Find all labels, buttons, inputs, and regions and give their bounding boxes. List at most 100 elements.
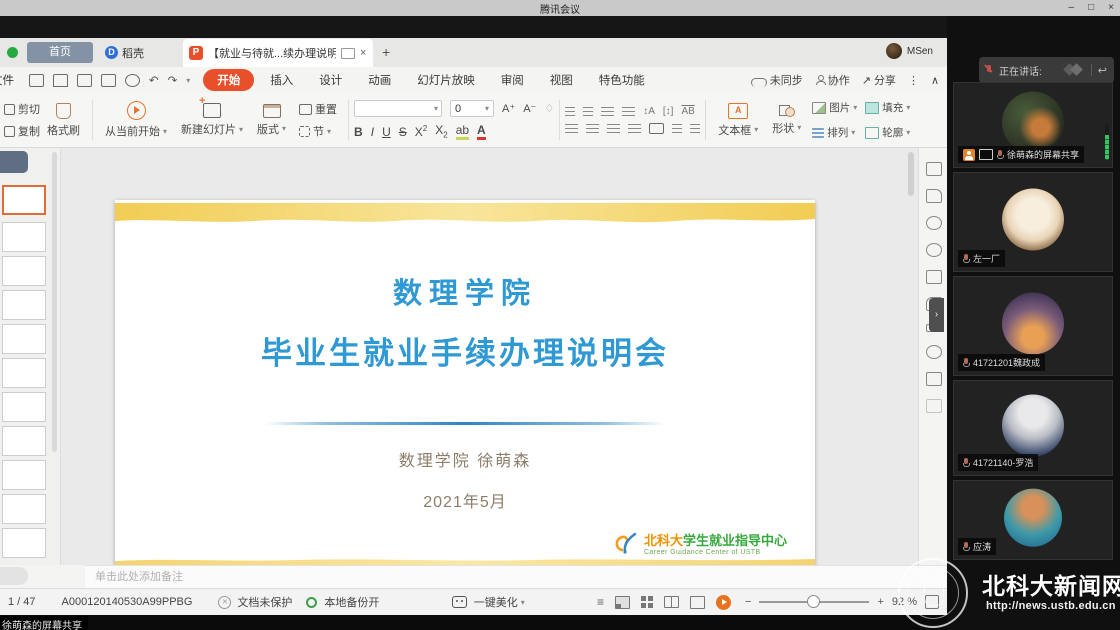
slide-thumbnail[interactable]	[2, 392, 46, 422]
columns-icon[interactable]	[649, 123, 664, 134]
more-icon[interactable]: ⋮	[908, 74, 919, 87]
collapse-ribbon-icon[interactable]: ∧	[931, 74, 939, 87]
copy-button[interactable]: 复制	[4, 123, 40, 139]
numbered-list-icon[interactable]	[583, 107, 593, 116]
strikethrough-button[interactable]: S	[399, 125, 407, 139]
section-button[interactable]: 节▾	[299, 123, 337, 139]
new-slide-button[interactable]: 新建幻灯片▾	[174, 96, 250, 144]
print-icon[interactable]	[101, 74, 116, 87]
font-size-select[interactable]: 0▾	[450, 100, 494, 117]
collaborate-button[interactable]: 协作	[815, 72, 850, 88]
badge-pane-icon[interactable]	[926, 216, 942, 230]
tab-animation[interactable]: 动画	[358, 69, 401, 91]
outline-button[interactable]: 轮廓▾	[865, 121, 910, 144]
italic-button[interactable]: I	[371, 125, 374, 139]
save-icon[interactable]	[53, 74, 68, 87]
slide-thumbnail[interactable]	[2, 460, 46, 490]
decrease-indent-icon[interactable]	[601, 107, 614, 116]
panel-expander[interactable]: ›	[929, 298, 944, 332]
clear-format-icon[interactable]: ♢	[544, 102, 554, 115]
list-level-icon[interactable]	[690, 124, 700, 133]
card-pane-icon[interactable]	[926, 270, 942, 284]
reading-view-icon[interactable]	[664, 596, 679, 608]
slide-thumbnail[interactable]	[2, 426, 46, 456]
protect-status[interactable]: ✕文档未保护	[218, 594, 292, 610]
zoom-in-button[interactable]: +	[877, 596, 883, 608]
image-pane-icon[interactable]	[926, 372, 942, 386]
layout-button[interactable]: 版式▾	[250, 96, 293, 144]
thumbnail-scrollbar[interactable]	[52, 152, 57, 452]
preview-icon[interactable]	[125, 74, 140, 87]
shape-pane-icon[interactable]	[926, 189, 942, 203]
open-icon[interactable]	[29, 74, 44, 87]
reset-button[interactable]: 重置	[299, 101, 337, 117]
tab-design[interactable]: 设计	[309, 69, 352, 91]
justify-icon[interactable]	[628, 124, 641, 133]
beautify-button[interactable]: 一键美化▾	[452, 594, 525, 610]
collapse-panel-icon[interactable]: ↩	[1098, 64, 1107, 77]
box-pane-icon[interactable]	[926, 399, 942, 413]
tab-insert[interactable]: 插入	[260, 69, 303, 91]
zoom-slider-thumb[interactable]	[807, 595, 820, 608]
slide-thumbnail[interactable]	[2, 222, 46, 252]
row-spacing-icon[interactable]	[672, 124, 682, 133]
minimize-icon[interactable]: –	[1069, 0, 1075, 15]
bold-button[interactable]: B	[354, 125, 363, 139]
video-tile[interactable]: 41721201魏政成	[953, 276, 1113, 376]
align-left-icon[interactable]	[565, 124, 578, 133]
shapes-button[interactable]: 形状▾	[765, 96, 808, 144]
mic-muted-icon[interactable]	[986, 65, 993, 76]
video-tile[interactable]: 左一厂	[953, 172, 1113, 272]
line-spacing-icon[interactable]: ↕A	[643, 106, 655, 117]
slide-thumbnail[interactable]	[2, 494, 46, 524]
slide-thumbnail[interactable]	[2, 324, 46, 354]
tab-review[interactable]: 审阅	[491, 69, 534, 91]
slide-thumbnail[interactable]	[2, 185, 46, 215]
notes-view-icon[interactable]: ≡	[597, 595, 604, 609]
fill-button[interactable]: 填充▾	[865, 96, 910, 119]
format-painter-button[interactable]: 格式刷	[40, 103, 87, 138]
slide-thumbnail[interactable]	[2, 528, 46, 558]
slide-canvas[interactable]: 数理学院 毕业生就业手续办理说明会 数理学院 徐萌森 2021年5月 北科大学生…	[115, 200, 815, 595]
document-tab[interactable]: P 【就业与待就...续办理说明会 ×	[183, 39, 373, 67]
present-view-icon[interactable]	[690, 596, 705, 609]
text-direction-icon[interactable]: [↕]	[663, 106, 674, 117]
superscript-button[interactable]: X2	[415, 124, 427, 139]
backup-status[interactable]: 本地备份开	[306, 594, 379, 610]
textbox-button[interactable]: A 文本框▾	[711, 96, 765, 144]
zoom-out-button[interactable]: −	[745, 596, 751, 608]
notes-bar[interactable]: 单击此处添加备注	[85, 565, 947, 588]
tab-slideshow[interactable]: 幻灯片放映	[407, 69, 485, 91]
tab-close-icon[interactable]: ×	[360, 47, 366, 59]
selection-pane-icon[interactable]	[926, 162, 942, 176]
font-color-button[interactable]: A	[477, 123, 486, 140]
slide-scrollbar[interactable]	[908, 152, 914, 196]
highlight-button[interactable]: ab	[456, 123, 469, 140]
sync-status[interactable]: 未同步	[751, 72, 803, 88]
undo-icon[interactable]: ↶	[149, 73, 159, 87]
video-tile[interactable]: 徐萌森的屏幕共享	[953, 82, 1113, 168]
decrease-font-button[interactable]: A⁻	[523, 102, 536, 115]
play-from-current-button[interactable]: 从当前开始▾	[98, 96, 174, 144]
account-chip[interactable]: MSen	[886, 43, 933, 59]
video-tile[interactable]: 41721140-罗浩	[953, 380, 1113, 476]
tab-special-features[interactable]: 特色功能	[589, 69, 655, 91]
increase-indent-icon[interactable]	[622, 107, 635, 116]
align-center-icon[interactable]	[586, 124, 599, 133]
file-menu[interactable]: 文件	[0, 72, 23, 88]
history-pane-icon[interactable]	[926, 345, 942, 359]
zoom-slider[interactable]	[759, 601, 869, 603]
slide-thumbnail[interactable]	[2, 290, 46, 320]
slideshow-play-icon[interactable]	[716, 595, 731, 610]
new-tab-button[interactable]: +	[382, 44, 390, 60]
docer-tab[interactable]: D 稻壳	[105, 42, 144, 63]
close-icon[interactable]: ×	[1108, 0, 1114, 15]
cut-button[interactable]: 剪切	[4, 101, 40, 117]
normal-view-icon[interactable]	[615, 596, 630, 609]
arrange-button[interactable]: 排列▾	[812, 121, 857, 144]
slide-thumbnail[interactable]	[2, 358, 46, 388]
notes-toggle[interactable]	[0, 567, 28, 585]
underline-button[interactable]: U	[382, 125, 391, 139]
slide-thumbnail[interactable]	[2, 256, 46, 286]
share-button[interactable]: ↗分享	[862, 72, 896, 88]
